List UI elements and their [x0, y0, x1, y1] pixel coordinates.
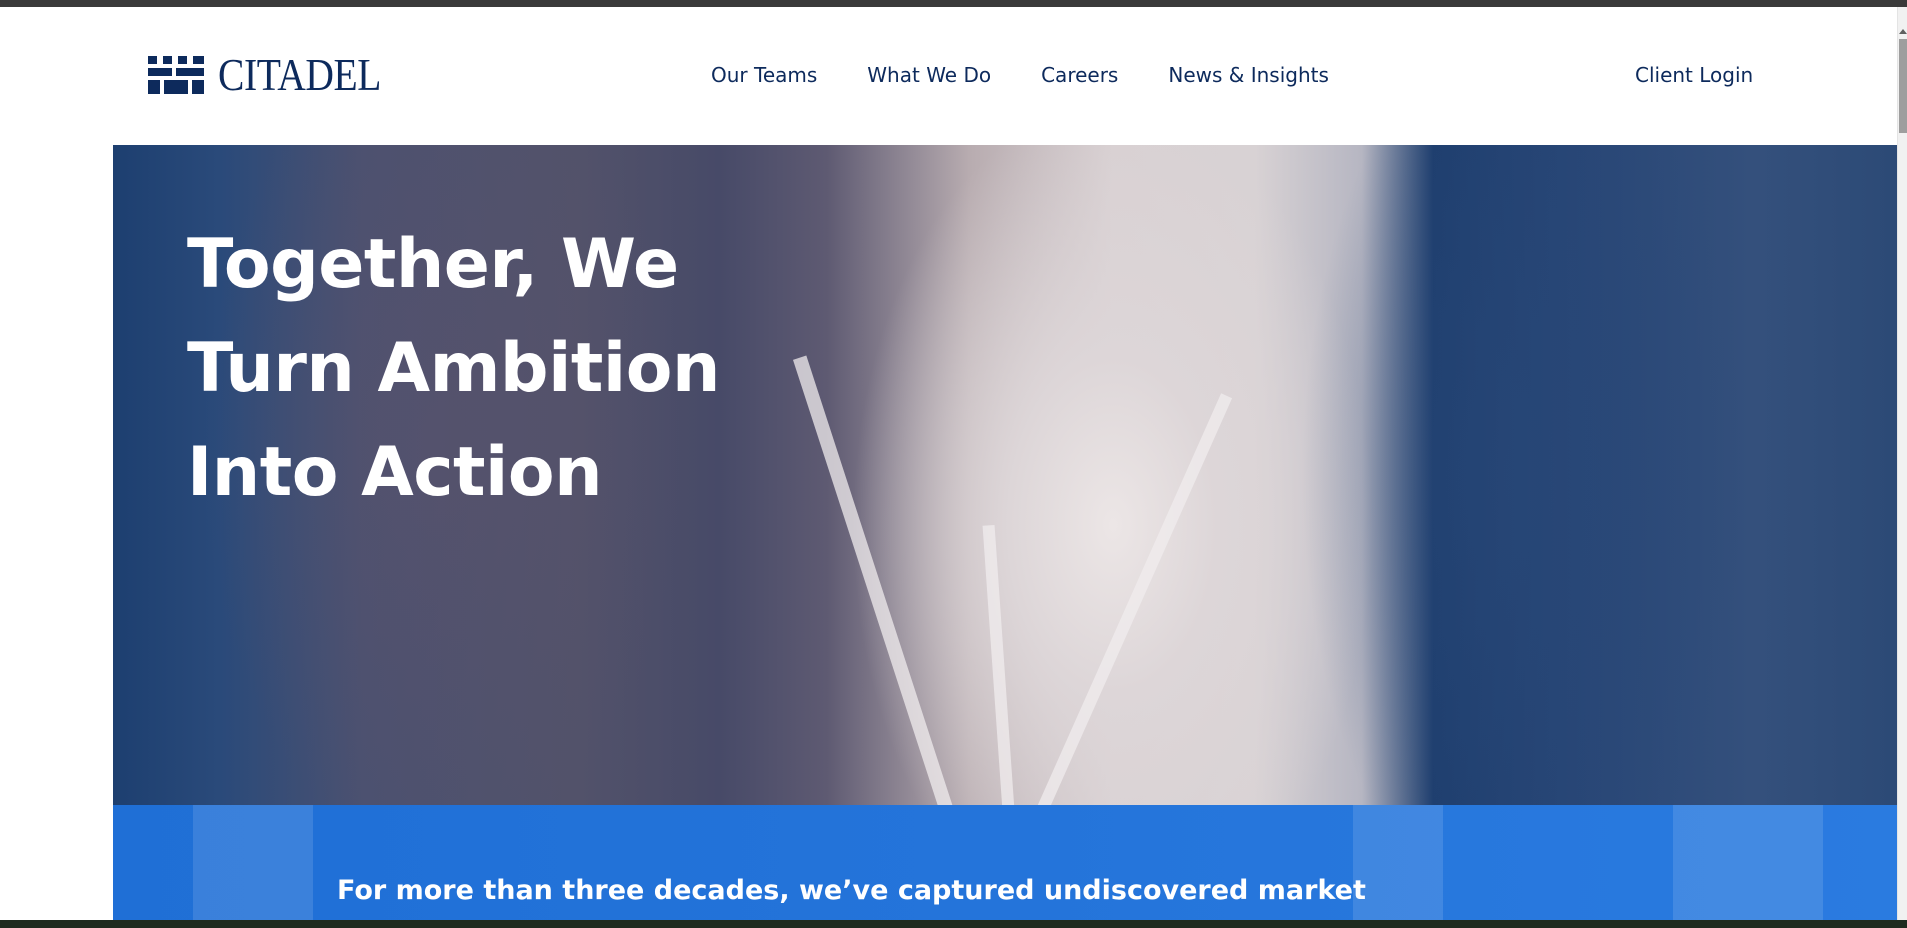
band-background-shape	[1673, 805, 1823, 920]
nav-item-news-insights[interactable]: News & Insights	[1168, 63, 1329, 87]
main-nav: Our Teams What We Do Careers News & Insi…	[711, 63, 1329, 87]
brand-name: CITADEL	[218, 49, 382, 100]
hero-title-line: Turn Ambition	[187, 329, 720, 408]
hero-background-rail	[1025, 393, 1233, 805]
hero-title-line: Into Action	[187, 433, 602, 512]
band-background-shape	[193, 805, 313, 920]
band-background-shape	[1353, 805, 1443, 920]
os-taskbar	[0, 920, 1907, 928]
page-scrollbar[interactable]	[1897, 7, 1907, 920]
browser-top-bar	[0, 0, 1907, 7]
castle-battlement-icon	[148, 56, 204, 94]
intro-band: For more than three decades, we’ve captu…	[113, 805, 1897, 920]
hero-title: Together, We Turn Ambition Into Action	[187, 213, 827, 525]
hero-video: Together, We Turn Ambition Into Action	[113, 145, 1897, 805]
scrollbar-thumb[interactable]	[1899, 39, 1907, 133]
client-login-link[interactable]: Client Login	[1635, 63, 1753, 87]
scroll-up-arrow-icon[interactable]	[1899, 29, 1907, 34]
nav-item-careers[interactable]: Careers	[1041, 63, 1118, 87]
intro-text: For more than three decades, we’ve captu…	[337, 875, 1366, 906]
hero-figure-right	[1243, 145, 1897, 805]
citadel-logo[interactable]: CITADEL	[148, 52, 408, 98]
site-header: CITADEL Our Teams What We Do Careers New…	[0, 7, 1897, 145]
hero-background-rail	[982, 524, 1016, 805]
nav-item-what-we-do[interactable]: What We Do	[867, 63, 991, 87]
hero-title-line: Together, We	[187, 225, 679, 304]
nav-item-our-teams[interactable]: Our Teams	[711, 63, 817, 87]
